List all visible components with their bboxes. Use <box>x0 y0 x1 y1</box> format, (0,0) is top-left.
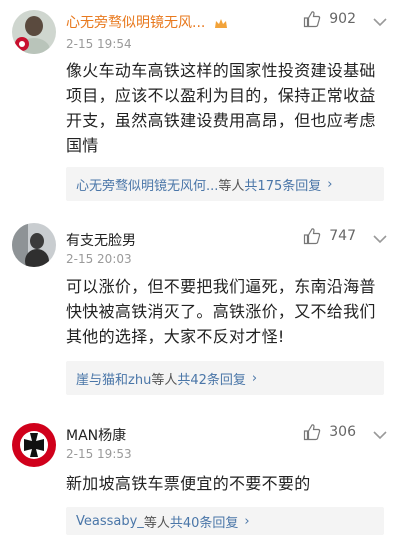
commenter-name[interactable]: MAN杨康 <box>66 425 126 445</box>
thumbs-up-icon <box>304 424 321 441</box>
avatar[interactable] <box>12 423 56 467</box>
like-count: 306 <box>329 424 356 440</box>
comment-text: 新加坡高铁车票便宜的不要不要的 <box>66 474 311 493</box>
comment-2: 有支无脸男 2-15 20:03 747 可以涨价，但不要把我们逼死，东南沿海普… <box>0 215 400 405</box>
like-count: 902 <box>329 11 356 27</box>
crown-icon <box>214 18 227 28</box>
reply-etc: 等人 <box>218 178 245 194</box>
reply-users[interactable]: 崖与猫和zhu <box>76 369 151 388</box>
reply-summary[interactable]: 心无旁骛似明镜无风何... 等人 共175条回复 › <box>66 167 384 201</box>
comment-text: 像火车动车高铁这样的国家性投资建设基础项目，应该不以盈利为目的，保持正常收益开支… <box>66 61 376 155</box>
commenter-name-text[interactable]: 心无旁骛似明镜无风... <box>66 15 205 31</box>
chevron-right-icon: › <box>244 513 250 529</box>
like-count: 747 <box>329 228 356 244</box>
like-button[interactable]: 306 <box>303 423 356 441</box>
comment-1: 心无旁骛似明镜无风... 2-15 19:54 902 像火车动车高铁这样的国家… <box>0 0 400 205</box>
comment-time: 2-15 19:53 <box>66 447 132 461</box>
chevron-down-icon[interactable] <box>368 425 392 445</box>
thumbs-up-icon <box>304 228 321 245</box>
reply-count[interactable]: 共42条回复 <box>177 369 246 388</box>
like-button[interactable]: 747 <box>303 227 356 245</box>
thumbs-up-icon <box>304 11 321 28</box>
chevron-right-icon: › <box>251 370 258 386</box>
chevron-down-icon[interactable] <box>368 12 392 32</box>
reply-etc: 等人 <box>151 372 178 388</box>
reply-summary[interactable]: Veassaby_ 等人 共40条回复 › <box>66 507 384 535</box>
comment-time: 2-15 19:54 <box>66 37 132 51</box>
reply-summary[interactable]: 崖与猫和zhu 等人 共42条回复 › <box>66 361 384 395</box>
avatar[interactable] <box>12 223 56 267</box>
comment-3: MAN杨康 2-15 19:53 306 新加坡高铁车票便宜的不要不要的 Vea… <box>0 415 400 538</box>
comment-text: 可以涨价，但不要把我们逼死，东南沿海普快快被高铁消灭了。高铁涨价，又不给我们其他… <box>66 277 376 346</box>
reply-users[interactable]: Veassaby_ <box>76 514 144 529</box>
comment-time: 2-15 20:03 <box>66 252 132 266</box>
chevron-right-icon: › <box>327 176 333 192</box>
commenter-name[interactable]: 心无旁骛似明镜无风... <box>66 12 228 32</box>
chevron-down-icon[interactable] <box>368 229 392 249</box>
reply-users[interactable]: 心无旁骛似明镜无风何... <box>76 175 218 194</box>
reply-count[interactable]: 共175条回复 <box>244 175 321 194</box>
like-button[interactable]: 902 <box>303 10 356 28</box>
reply-count[interactable]: 共40条回复 <box>170 512 239 531</box>
commenter-name[interactable]: 有支无脸男 <box>66 230 136 250</box>
avatar[interactable] <box>12 10 56 54</box>
reply-etc: 等人 <box>143 515 170 531</box>
